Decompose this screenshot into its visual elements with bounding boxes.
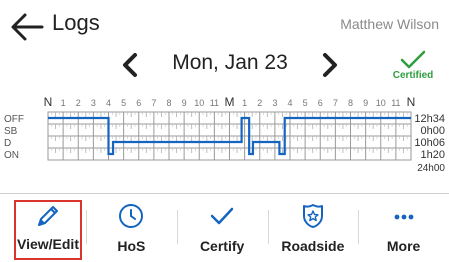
certified-label: Certified	[392, 70, 434, 81]
hour-label: 1	[61, 98, 66, 108]
hour-label: 11	[391, 98, 400, 108]
tab-label: More	[386, 238, 421, 254]
more-dots-icon	[394, 214, 414, 220]
hour-label: 8	[348, 98, 353, 108]
tab-hos[interactable]: HoS	[86, 194, 177, 262]
hour-label: 7	[333, 98, 338, 108]
tab-roadside[interactable]: Roadside	[267, 194, 359, 262]
checkmark-icon	[210, 207, 234, 225]
back-arrow-icon[interactable]	[10, 12, 44, 42]
hour-label: 2	[76, 98, 81, 108]
bottom-tab-bar: View/Edit HoS Certify Roadside More	[0, 194, 449, 262]
date-navigator: Mon, Jan 23 Certified	[0, 44, 449, 84]
hour-label: 3	[272, 98, 277, 108]
status-row-label: SB	[4, 126, 18, 137]
tab-certify[interactable]: Certify	[176, 194, 268, 262]
hour-label: 1	[242, 98, 247, 108]
hour-label: 5	[303, 98, 308, 108]
hour-label: 4	[287, 98, 292, 108]
hour-label: 2	[257, 98, 262, 108]
hour-label: N	[407, 95, 416, 109]
tab-more[interactable]: More	[358, 194, 449, 262]
hour-label: 4	[106, 98, 111, 108]
hour-label: 7	[151, 98, 156, 108]
tab-label: Roadside	[281, 238, 345, 254]
app-header: Logs Matthew Wilson	[0, 0, 449, 48]
hour-label: 11	[210, 98, 219, 108]
hour-label: 8	[166, 98, 171, 108]
hour-label: 6	[318, 98, 323, 108]
hour-label: 10	[194, 98, 204, 108]
hour-label: 9	[182, 98, 187, 108]
hour-label: N	[44, 95, 53, 109]
tab-view-edit[interactable]: View/Edit	[14, 200, 82, 260]
status-row-total: 12h34	[414, 113, 445, 125]
status-row-label: OFF	[4, 114, 24, 125]
status-row-label: D	[4, 138, 11, 149]
hour-label: 9	[363, 98, 368, 108]
hour-label: 6	[136, 98, 141, 108]
user-name[interactable]: Matthew Wilson	[340, 16, 439, 32]
hour-label: 3	[91, 98, 96, 108]
tab-label: Certify	[199, 238, 245, 254]
certified-status: Certified	[383, 50, 443, 81]
current-date: Mon, Jan 23	[172, 51, 288, 74]
pencil-icon	[38, 206, 58, 226]
certified-check-icon	[400, 50, 426, 69]
police-badge-icon	[302, 204, 323, 228]
status-row-total: 10h06	[414, 137, 445, 149]
status-row-total: 0h00	[421, 125, 445, 137]
page-title: Logs	[52, 10, 100, 35]
tab-label: HoS	[117, 238, 146, 254]
previous-day-icon[interactable]	[118, 52, 142, 78]
hour-label: 10	[376, 98, 386, 108]
grand-total: 24h00	[417, 163, 445, 174]
hour-label: 5	[121, 98, 126, 108]
tab-label: View/Edit	[17, 236, 79, 252]
hour-label: M	[225, 95, 235, 109]
clock-icon	[119, 204, 144, 228]
duty-status-graph[interactable]: N 1 2 3 4 5 6 7 8 9 10 11 M 1 2 3 4 5 6 7 8 9 10 11 NOFF 12h34SB 0…	[0, 86, 449, 186]
status-row-label: ON	[4, 150, 19, 161]
next-day-icon[interactable]	[318, 52, 342, 78]
status-row-total: 1h20	[421, 149, 445, 161]
